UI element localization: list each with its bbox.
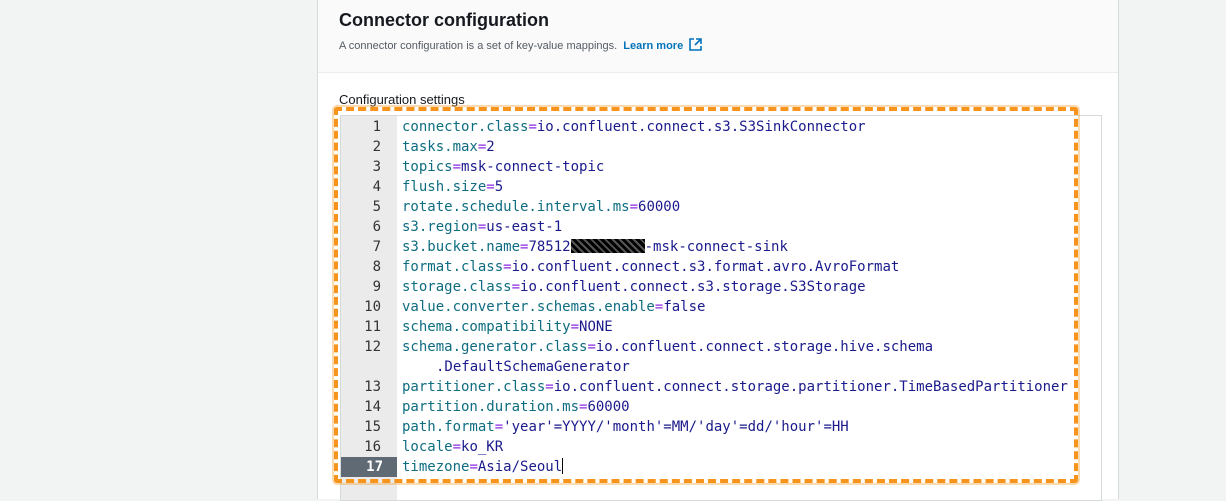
section-title: Connector configuration: [339, 10, 549, 30]
configuration-settings-label: Configuration settings: [339, 92, 465, 107]
learn-more-link[interactable]: Learn more: [623, 40, 683, 52]
panel-header: Connector configuration A connector conf…: [318, 0, 1118, 73]
highlight-annotation-box: [332, 105, 1080, 485]
section-description: A connector configuration is a set of ke…: [339, 38, 703, 54]
external-link-icon[interactable]: [689, 38, 703, 54]
description-text: A connector configuration is a set of ke…: [339, 40, 618, 52]
